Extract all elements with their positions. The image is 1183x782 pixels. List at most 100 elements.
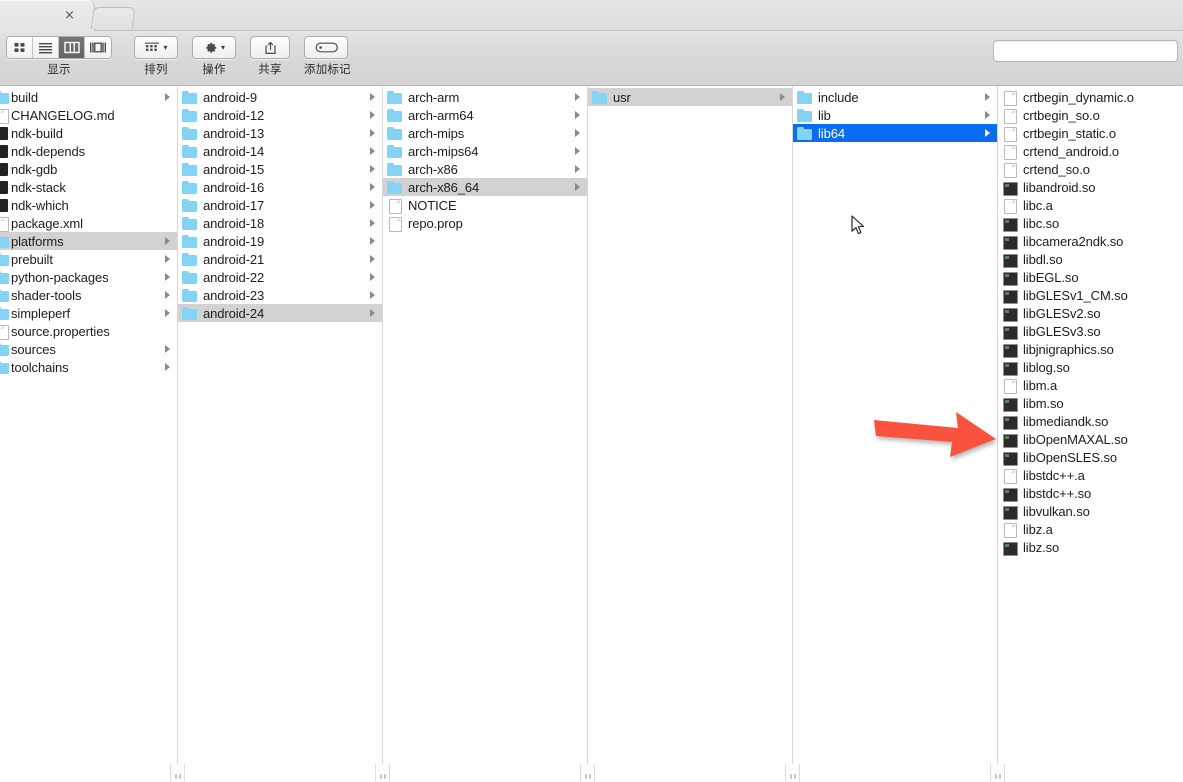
column-ndk-root[interactable]: build CHANGELOG.md ndk-build ndk-depends ndk… (0, 86, 178, 782)
list-item[interactable]: ndk-depends (0, 142, 177, 160)
disclosure-triangle-icon[interactable] (370, 129, 375, 137)
column-resize-handle-4[interactable] (990, 764, 1005, 782)
disclosure-triangle-icon[interactable] (370, 183, 375, 191)
list-item[interactable]: ndk-gdb (0, 160, 177, 178)
icon-view-button[interactable] (7, 37, 33, 58)
list-item[interactable]: lib (793, 106, 997, 124)
disclosure-triangle-icon[interactable] (370, 201, 375, 209)
list-item[interactable]: crtbegin_so.o (998, 106, 1182, 124)
column-android-24[interactable]: arch-arm arch-arm64 arch-mips arch-mips64 ar… (383, 86, 588, 782)
list-item[interactable]: arch-arm64 (383, 106, 587, 124)
disclosure-triangle-icon[interactable] (165, 345, 170, 353)
list-item[interactable]: shader-tools (0, 286, 177, 304)
list-item[interactable]: sources (0, 340, 177, 358)
list-item[interactable]: android-18 (178, 214, 382, 232)
disclosure-triangle-icon[interactable] (575, 165, 580, 173)
disclosure-triangle-icon[interactable] (985, 111, 990, 119)
list-item[interactable]: libGLESv1_CM.so (998, 286, 1182, 304)
list-view-button[interactable] (33, 37, 59, 58)
close-icon[interactable]: × (63, 9, 76, 23)
disclosure-triangle-icon[interactable] (165, 291, 170, 299)
disclosure-triangle-icon[interactable] (575, 129, 580, 137)
disclosure-triangle-icon[interactable] (165, 93, 170, 101)
list-item[interactable]: crtbegin_static.o (998, 124, 1182, 142)
list-item[interactable]: arch-mips (383, 124, 587, 142)
disclosure-triangle-icon[interactable] (165, 363, 170, 371)
disclosure-triangle-icon[interactable] (575, 147, 580, 155)
disclosure-triangle-icon[interactable] (370, 291, 375, 299)
list-item[interactable]: repo.prop (383, 214, 587, 232)
list-item[interactable]: android-15 (178, 160, 382, 178)
list-item[interactable]: android-14 (178, 142, 382, 160)
search-input[interactable] (994, 41, 1177, 61)
column-platforms[interactable]: android-9 android-12 android-13 android-14 a… (178, 86, 383, 782)
column-resize-handle-2[interactable] (580, 764, 595, 782)
list-item[interactable]: android-22 (178, 268, 382, 286)
list-item[interactable]: python-packages (0, 268, 177, 286)
list-item[interactable]: android-17 (178, 196, 382, 214)
list-item[interactable]: crtbegin_dynamic.o (998, 88, 1182, 106)
list-item[interactable]: libdl.so (998, 250, 1182, 268)
column-arch-x86-64[interactable]: usr (588, 86, 793, 782)
list-item[interactable]: libm.so (998, 394, 1182, 412)
list-item[interactable]: include (793, 88, 997, 106)
list-item[interactable]: libc.so (998, 214, 1182, 232)
list-item[interactable]: NOTICE (383, 196, 587, 214)
disclosure-triangle-icon[interactable] (985, 129, 990, 137)
list-item[interactable]: CHANGELOG.md (0, 106, 177, 124)
new-tab-button[interactable] (90, 7, 136, 29)
column-view-button[interactable] (59, 37, 85, 58)
disclosure-triangle-icon[interactable] (165, 273, 170, 281)
action-button[interactable]: ▾ (192, 36, 236, 59)
list-item[interactable]: android-23 (178, 286, 382, 304)
share-button[interactable] (250, 36, 290, 59)
disclosure-triangle-icon[interactable] (575, 93, 580, 101)
list-item[interactable]: libstdc++.a (998, 466, 1182, 484)
list-item[interactable]: libandroid.so (998, 178, 1182, 196)
tab-active[interactable] (0, 0, 95, 31)
list-item[interactable]: libEGL.so (998, 268, 1182, 286)
add-tag-button[interactable] (304, 36, 348, 59)
list-item[interactable]: libc.a (998, 196, 1182, 214)
list-item[interactable]: libmediandk.so (998, 412, 1182, 430)
list-item[interactable]: libOpenSLES.so (998, 448, 1182, 466)
list-item[interactable]: libcamera2ndk.so (998, 232, 1182, 250)
search-field[interactable] (993, 40, 1178, 62)
disclosure-triangle-icon[interactable] (370, 93, 375, 101)
disclosure-triangle-icon[interactable] (370, 147, 375, 155)
list-item[interactable]: libz.so (998, 538, 1182, 556)
list-item[interactable]: prebuilt (0, 250, 177, 268)
list-item[interactable]: package.xml (0, 214, 177, 232)
column-resize-handle-1[interactable] (375, 764, 390, 782)
disclosure-triangle-icon[interactable] (370, 273, 375, 281)
disclosure-triangle-icon[interactable] (370, 111, 375, 119)
list-item[interactable]: libjnigraphics.so (998, 340, 1182, 358)
list-item[interactable]: arch-x86_64 (383, 178, 587, 196)
disclosure-triangle-icon[interactable] (165, 309, 170, 317)
list-item[interactable]: android-9 (178, 88, 382, 106)
disclosure-triangle-icon[interactable] (575, 183, 580, 191)
list-item[interactable]: android-16 (178, 178, 382, 196)
list-item[interactable]: android-13 (178, 124, 382, 142)
list-item[interactable]: source.properties (0, 322, 177, 340)
disclosure-triangle-icon[interactable] (370, 219, 375, 227)
list-item[interactable]: platforms (0, 232, 177, 250)
disclosure-triangle-icon[interactable] (370, 255, 375, 263)
list-item[interactable]: android-24 (178, 304, 382, 322)
list-item[interactable]: arch-x86 (383, 160, 587, 178)
list-item[interactable]: ndk-build (0, 124, 177, 142)
disclosure-triangle-icon[interactable] (370, 165, 375, 173)
disclosure-triangle-icon[interactable] (575, 111, 580, 119)
column-resize-handle-0[interactable] (170, 764, 185, 782)
list-item[interactable]: build (0, 88, 177, 106)
disclosure-triangle-icon[interactable] (370, 309, 375, 317)
list-item[interactable]: android-19 (178, 232, 382, 250)
arrange-button[interactable]: ▾ (134, 36, 178, 59)
list-item[interactable]: libGLESv3.so (998, 322, 1182, 340)
gallery-view-button[interactable] (85, 37, 111, 58)
disclosure-triangle-icon[interactable] (165, 237, 170, 245)
list-item[interactable]: android-12 (178, 106, 382, 124)
disclosure-triangle-icon[interactable] (370, 237, 375, 245)
list-item[interactable]: simpleperf (0, 304, 177, 322)
disclosure-triangle-icon[interactable] (780, 93, 785, 101)
